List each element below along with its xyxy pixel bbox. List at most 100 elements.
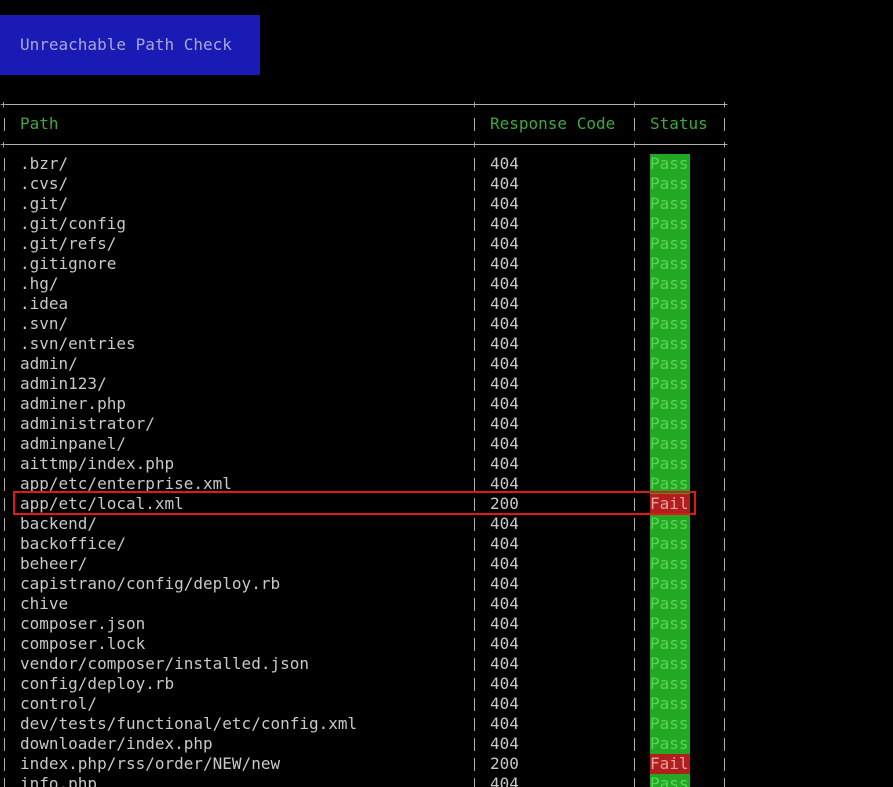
- column-separator: [474, 338, 475, 351]
- column-separator: [4, 658, 5, 671]
- response-code-cell: 404: [490, 194, 519, 213]
- path-cell: aittmp/index.php: [20, 454, 175, 473]
- column-separator: [634, 238, 635, 251]
- table-row: adminpanel/404 Pass: [0, 434, 893, 454]
- status-pass-badge: Pass: [650, 614, 690, 634]
- path-cell: admin123/: [20, 374, 107, 393]
- column-separator: [634, 158, 635, 171]
- column-separator: [634, 378, 635, 391]
- column-separator: [474, 258, 475, 271]
- column-separator: [724, 458, 725, 471]
- column-separator: [724, 418, 725, 431]
- response-code-cell: 404: [490, 634, 519, 653]
- column-separator: [724, 398, 725, 411]
- response-code-cell: 404: [490, 294, 519, 313]
- column-separator: [4, 418, 5, 431]
- path-cell: .gitignore: [20, 254, 117, 273]
- unreachable-path-check-button[interactable]: Unreachable Path Check: [0, 15, 260, 75]
- table-row: backend/404 Pass: [0, 514, 893, 534]
- column-separator: [474, 758, 475, 771]
- column-separator: [474, 378, 475, 391]
- column-separator: [4, 738, 5, 751]
- column-separator: [4, 258, 5, 271]
- column-separator: [4, 238, 5, 251]
- column-separator: [474, 198, 475, 211]
- column-separator: [634, 558, 635, 571]
- table-row: info.php 404 Pass: [0, 774, 893, 787]
- column-separator: [634, 758, 635, 771]
- column-separator: [4, 338, 5, 351]
- column-separator: [724, 378, 725, 391]
- table-row: chive 404 Pass: [0, 594, 893, 614]
- column-separator: [724, 598, 725, 611]
- path-cell: .idea: [20, 294, 69, 313]
- response-code-cell: 404: [490, 454, 519, 473]
- fail-highlight-box: [13, 491, 696, 515]
- column-separator: [474, 218, 475, 231]
- path-cell: .svn/: [20, 314, 69, 333]
- status-pass-badge: Pass: [650, 314, 690, 334]
- column-separator: [724, 318, 725, 331]
- response-code-cell: 404: [490, 694, 519, 713]
- table-top-border: [6, 104, 726, 105]
- path-cell: backend/: [20, 514, 98, 533]
- column-separator: [4, 458, 5, 471]
- column-separator: [474, 598, 475, 611]
- column-separator: [724, 558, 725, 571]
- status-pass-badge: Pass: [650, 214, 690, 234]
- response-code-cell: 404: [490, 174, 519, 193]
- table-row: administrator/404 Pass: [0, 414, 893, 434]
- column-separator: [724, 218, 725, 231]
- response-code-cell: 404: [490, 554, 519, 573]
- column-separator: [634, 418, 635, 431]
- path-cell: .git/refs/: [20, 234, 117, 253]
- column-separator: [474, 738, 475, 751]
- corner-plus: +: [0, 98, 7, 111]
- corner-plus: +: [721, 98, 728, 111]
- column-separator: [724, 758, 725, 771]
- column-separator: [634, 518, 635, 531]
- column-separator: [634, 358, 635, 371]
- table-row: index.php/rss/order/NEW/new 200 Fail: [0, 754, 893, 774]
- response-code-cell: 404: [490, 234, 519, 253]
- status-pass-badge: Pass: [650, 654, 690, 674]
- table-row: composer.json 404 Pass: [0, 614, 893, 634]
- column-separator: [474, 158, 475, 171]
- path-cell: vendor/composer/installed.json: [20, 654, 309, 673]
- column-separator: [724, 538, 725, 551]
- column-separator: [474, 578, 475, 591]
- column-separator: [724, 478, 725, 491]
- column-separator: [724, 738, 725, 751]
- column-separator: [724, 518, 725, 531]
- table-header-row: Path Response Code Status: [0, 114, 893, 134]
- column-separator: [724, 178, 725, 191]
- column-separator: [724, 718, 725, 731]
- column-separator: [4, 358, 5, 371]
- response-code-cell: 404: [490, 614, 519, 633]
- column-separator: [724, 118, 725, 131]
- path-cell: adminpanel/: [20, 434, 126, 453]
- response-code-cell: 404: [490, 354, 519, 373]
- table-row: composer.lock 404 Pass: [0, 634, 893, 654]
- column-separator: [634, 458, 635, 471]
- table-row: backoffice/404 Pass: [0, 534, 893, 554]
- column-separator: [634, 398, 635, 411]
- column-separator: [724, 498, 725, 511]
- column-separator: [724, 338, 725, 351]
- column-separator: [4, 718, 5, 731]
- status-pass-badge: Pass: [650, 534, 690, 554]
- status-pass-badge: Pass: [650, 734, 690, 754]
- table-row: dev/tests/functional/etc/config.xml 404 Pa…: [0, 714, 893, 734]
- path-cell: capistrano/config/deploy.rb: [20, 574, 281, 593]
- column-separator: [474, 558, 475, 571]
- response-code-cell: 404: [490, 274, 519, 293]
- column-separator: [724, 618, 725, 631]
- column-separator: [724, 778, 725, 787]
- column-separator: [634, 438, 635, 451]
- response-code-cell: 404: [490, 394, 519, 413]
- column-separator: [724, 238, 725, 251]
- column-separator: [634, 318, 635, 331]
- column-separator: [474, 298, 475, 311]
- path-cell: .git/config: [20, 214, 126, 233]
- column-separator: [634, 698, 635, 711]
